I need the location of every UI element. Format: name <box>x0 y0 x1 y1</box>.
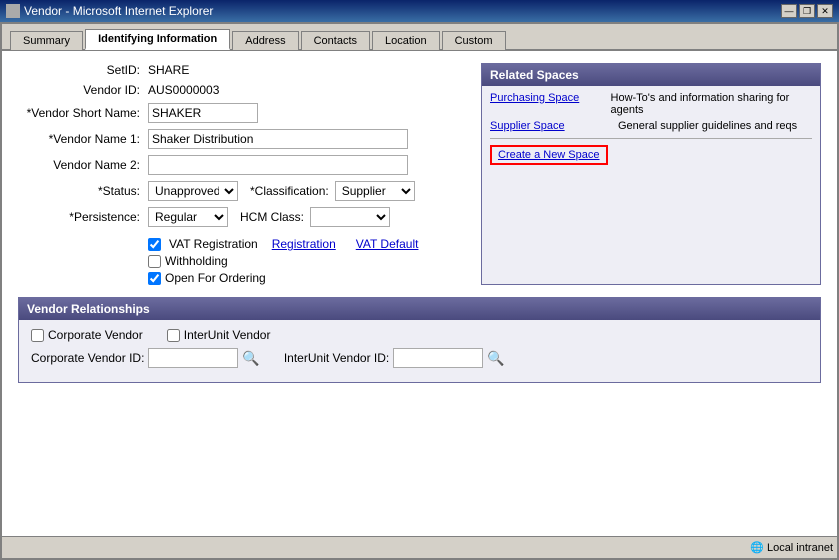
vendor-name1-input[interactable] <box>148 129 408 149</box>
status-classification-row: *Status: Unapproved Approved Inactive *C… <box>18 181 465 201</box>
local-intranet: 🌐 Local intranet <box>750 541 833 554</box>
setid-value: SHARE <box>148 63 189 77</box>
corporate-vendor-label: Corporate Vendor <box>48 328 143 342</box>
create-new-space-link[interactable]: Create a New Space <box>490 145 608 165</box>
window-controls: — ❐ ✕ <box>781 4 833 18</box>
vendor-id-value: AUS0000003 <box>148 83 219 97</box>
related-spaces-header: Related Spaces <box>482 64 820 86</box>
interunit-vendor-id-label: InterUnit Vendor ID: <box>284 351 389 365</box>
interunit-vendor-id-input[interactable] <box>393 348 483 368</box>
registration-link[interactable]: Registration <box>272 237 336 251</box>
vendor-name1-label: *Vendor Name 1: <box>18 132 148 146</box>
interunit-vendor-label: InterUnit Vendor <box>184 328 271 342</box>
vat-registration-label: VAT Registration <box>169 237 258 251</box>
content-area: SetID: SHARE Vendor ID: AUS0000003 *Vend… <box>2 51 837 536</box>
interunit-vendor-id-cell: InterUnit Vendor ID: 🔍 <box>284 348 505 368</box>
corporate-vendor-id-label: Corporate Vendor ID: <box>31 351 144 365</box>
tab-summary[interactable]: Summary <box>10 31 83 50</box>
withholding-label: Withholding <box>165 254 228 268</box>
restore-button[interactable]: ❐ <box>799 4 815 18</box>
related-spaces-panel: Related Spaces Purchasing Space How-To's… <box>481 63 821 285</box>
persistence-select[interactable]: Regular Permanent <box>148 207 228 227</box>
vendor-id-row: Vendor ID: AUS0000003 <box>18 83 465 97</box>
vendor-name1-row: *Vendor Name 1: <box>18 129 465 149</box>
vendor-short-name-label: *Vendor Short Name: <box>18 106 148 120</box>
close-button[interactable]: ✕ <box>817 4 833 18</box>
classification-label: *Classification: <box>250 184 329 198</box>
checkboxes-area: VAT Registration Registration VAT Defaul… <box>18 237 465 285</box>
status-label: *Status: <box>18 184 148 198</box>
vendor-relationships-header: Vendor Relationships <box>19 298 820 320</box>
vendor-id-label: Vendor ID: <box>18 83 148 97</box>
corporate-vendor-id-search-icon[interactable]: 🔍 <box>242 350 259 367</box>
related-spaces-body: Purchasing Space How-To's and informatio… <box>482 86 820 171</box>
open-for-ordering-checkbox[interactable] <box>148 272 161 285</box>
tab-contacts[interactable]: Contacts <box>301 31 370 50</box>
vendor-short-name-row: *Vendor Short Name: <box>18 103 465 123</box>
space-row-0: Purchasing Space How-To's and informatio… <box>490 92 812 116</box>
withholding-row: Withholding <box>148 254 465 268</box>
vendor-name2-label: Vendor Name 2: <box>18 158 148 172</box>
app-icon <box>6 4 20 18</box>
corporate-vendor-id-input[interactable] <box>148 348 238 368</box>
tab-location[interactable]: Location <box>372 31 440 50</box>
related-spaces-divider <box>490 138 812 139</box>
main-window: Summary Identifying Information Address … <box>0 22 839 560</box>
status-select[interactable]: Unapproved Approved Inactive <box>148 181 238 201</box>
corporate-vendor-cell: Corporate Vendor <box>31 328 143 342</box>
tab-address[interactable]: Address <box>232 31 298 50</box>
vr-ids-row: Corporate Vendor ID: 🔍 InterUnit Vendor … <box>31 348 808 368</box>
supplier-space-link[interactable]: Supplier Space <box>490 120 610 132</box>
open-for-ordering-label: Open For Ordering <box>165 271 266 285</box>
open-for-ordering-row: Open For Ordering <box>148 271 465 285</box>
purchasing-space-link[interactable]: Purchasing Space <box>490 92 603 104</box>
supplier-space-desc: General supplier guidelines and reqs <box>618 120 797 132</box>
corporate-vendor-checkbox[interactable] <box>31 329 44 342</box>
vendor-relationships-body: Corporate Vendor InterUnit Vendor Corpor… <box>19 320 820 382</box>
vendor-name2-row: Vendor Name 2: <box>18 155 465 175</box>
classification-select[interactable]: Supplier Employee Attorney <box>335 181 415 201</box>
setid-row: SetID: SHARE <box>18 63 465 77</box>
title-bar: Vendor - Microsoft Internet Explorer — ❐… <box>0 0 839 22</box>
local-intranet-label: Local intranet <box>767 542 833 554</box>
status-bar: 🌐 Local intranet <box>2 536 837 558</box>
vat-registration-row: VAT Registration Registration VAT Defaul… <box>148 237 465 251</box>
hcm-class-label: HCM Class: <box>240 210 304 224</box>
vr-checkboxes-row: Corporate Vendor InterUnit Vendor <box>31 328 808 342</box>
persistence-hcm-row: *Persistence: Regular Permanent HCM Clas… <box>18 207 465 227</box>
tab-custom[interactable]: Custom <box>442 31 506 50</box>
withholding-checkbox[interactable] <box>148 255 161 268</box>
vendor-name2-input[interactable] <box>148 155 408 175</box>
corporate-vendor-id-cell: Corporate Vendor ID: 🔍 <box>31 348 260 368</box>
hcm-class-select[interactable] <box>310 207 390 227</box>
interunit-vendor-checkbox[interactable] <box>167 329 180 342</box>
space-row-1: Supplier Space General supplier guidelin… <box>490 120 812 132</box>
vat-default-link[interactable]: VAT Default <box>356 237 419 251</box>
vendor-relationships-section: Vendor Relationships Corporate Vendor In… <box>18 297 821 383</box>
vat-registration-checkbox[interactable] <box>148 238 161 251</box>
setid-label: SetID: <box>18 63 148 77</box>
main-layout: SetID: SHARE Vendor ID: AUS0000003 *Vend… <box>18 63 821 285</box>
form-section: SetID: SHARE Vendor ID: AUS0000003 *Vend… <box>18 63 465 285</box>
vendor-short-name-input[interactable] <box>148 103 258 123</box>
tab-bar: Summary Identifying Information Address … <box>2 24 837 51</box>
tab-identifying-information[interactable]: Identifying Information <box>85 29 230 50</box>
interunit-vendor-cell: InterUnit Vendor <box>167 328 271 342</box>
local-intranet-icon: 🌐 <box>750 541 764 554</box>
interunit-vendor-id-search-icon[interactable]: 🔍 <box>487 350 504 367</box>
purchasing-space-desc: How-To's and information sharing for age… <box>611 92 812 116</box>
persistence-label: *Persistence: <box>18 210 148 224</box>
minimize-button[interactable]: — <box>781 4 797 18</box>
window-title: Vendor - Microsoft Internet Explorer <box>24 4 213 18</box>
